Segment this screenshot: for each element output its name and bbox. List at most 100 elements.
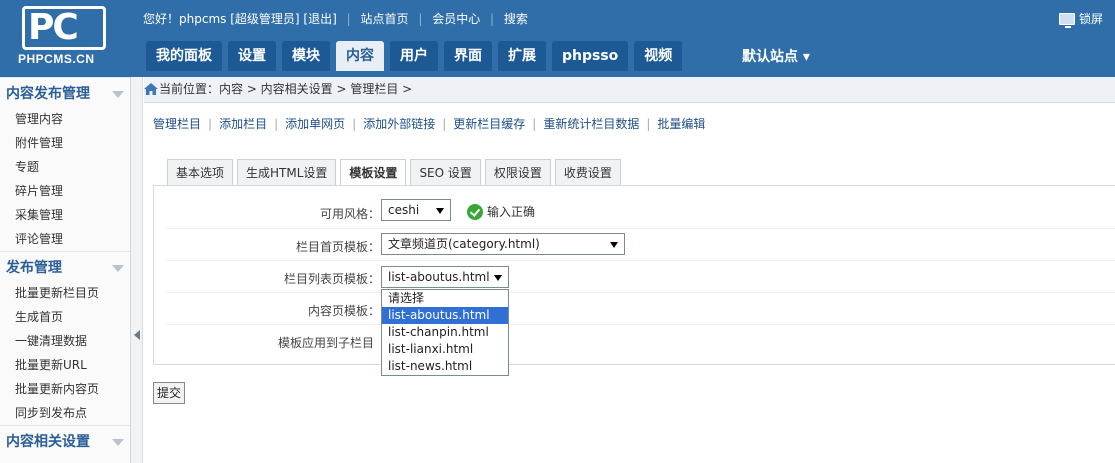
sidebar-section-title: 发布管理 bbox=[6, 260, 62, 276]
sidebar-item-clear-data[interactable]: 一键清理数据 bbox=[0, 329, 130, 353]
row-list-template: 栏目列表页模板： bbox=[166, 261, 1115, 293]
sidebar-section-title: 内容相关设置 bbox=[6, 434, 90, 450]
nav-tab-video[interactable]: 视频 bbox=[634, 41, 683, 71]
sidebar-item-batch-content[interactable]: 批量更新内容页 bbox=[0, 377, 130, 401]
dropdown-option[interactable]: list-lianxi.html bbox=[382, 341, 508, 358]
tab-template[interactable]: 模板设置 bbox=[340, 159, 407, 186]
chevron-down-icon bbox=[610, 242, 618, 248]
divider: | bbox=[646, 117, 651, 131]
breadcrumb: 当前位置：内容 > 内容相关设置 > 管理栏目 > bbox=[144, 77, 1115, 103]
row-category-template: 栏目首页模板： bbox=[166, 229, 1115, 261]
tab-permissions[interactable]: 权限设置 bbox=[484, 159, 551, 185]
sidebar-item-comments[interactable]: 评论管理 bbox=[0, 227, 130, 251]
nav-tab-settings[interactable]: 设置 bbox=[228, 41, 276, 71]
tab-charges[interactable]: 收费设置 bbox=[554, 159, 621, 185]
category-template-value: 文章频道页(category.html) bbox=[388, 237, 540, 251]
divider: | bbox=[442, 117, 447, 131]
sidebar-item-batch-category[interactable]: 批量更新栏目页 bbox=[0, 281, 130, 305]
chevron-down-icon bbox=[494, 275, 502, 281]
default-site-select[interactable]: 默认站点 ▾ bbox=[742, 46, 810, 66]
subnav-add-page[interactable]: 添加单网页 bbox=[285, 117, 345, 131]
logout-link[interactable]: [退出] bbox=[303, 12, 336, 26]
validation-ok-text: 输入正确 bbox=[487, 205, 536, 219]
divider: | bbox=[274, 117, 279, 131]
sidebar-collapse-bar[interactable] bbox=[131, 77, 143, 463]
apply-children-label: 模板应用到子栏目 bbox=[277, 336, 374, 350]
nav-tab-phpsso[interactable]: phpsso bbox=[552, 41, 629, 71]
sub-nav: 管理栏目 | 添加栏目 | 添加单网页 | 添加外部链接 | 更新栏目缓存 | 重新统计栏目数据 | 批… bbox=[153, 115, 705, 132]
subnav-batch-edit[interactable]: 批量编辑 bbox=[657, 117, 705, 131]
collapse-arrow-icon bbox=[112, 439, 124, 446]
dropdown-option[interactable]: list-chanpin.html bbox=[382, 324, 508, 341]
divider: | bbox=[346, 12, 351, 26]
home-icon bbox=[144, 83, 158, 95]
sidebar-item-topics[interactable]: 专题 bbox=[0, 155, 130, 179]
sidebar-item-batch-url[interactable]: 批量更新URL bbox=[0, 353, 130, 377]
check-icon bbox=[467, 203, 483, 220]
collapse-arrow-icon bbox=[112, 91, 124, 98]
content-template-label: 内容页模板： bbox=[307, 304, 380, 318]
collapse-arrow-icon bbox=[112, 265, 124, 272]
greeting: 您好！phpcms [超级管理员] bbox=[143, 12, 300, 26]
subnav-add-external-link[interactable]: 添加外部链接 bbox=[363, 117, 435, 131]
dropdown-option[interactable]: 请选择 bbox=[382, 290, 508, 307]
sidebar-item-collect[interactable]: 采集管理 bbox=[0, 203, 130, 227]
sidebar-item-attachments[interactable]: 附件管理 bbox=[0, 131, 130, 155]
tab-seo[interactable]: SEO 设置 bbox=[410, 159, 481, 185]
list-template-label: 栏目列表页模板： bbox=[283, 272, 380, 286]
nav-tab-users[interactable]: 用户 bbox=[390, 41, 438, 71]
lock-screen-button[interactable]: 锁屏 bbox=[1058, 10, 1103, 28]
style-select[interactable]: ceshi bbox=[381, 199, 451, 221]
tab-html[interactable]: 生成HTML设置 bbox=[237, 159, 337, 185]
header: PC PHPCMS.CN 您好！phpcms [超级管理员] [退出] | 站点… bbox=[0, 0, 1115, 77]
row-apply-children: 模板应用到子栏目 bbox=[166, 325, 1115, 357]
sidebar-item-fragments[interactable]: 碎片管理 bbox=[0, 179, 130, 203]
list-template-value: list-aboutus.html bbox=[388, 270, 490, 284]
subnav-recount-data[interactable]: 重新统计栏目数据 bbox=[543, 117, 639, 131]
phpcms-logo[interactable]: PC PHPCMS.CN bbox=[16, 6, 112, 70]
row-style: 可用风格： bbox=[166, 197, 1115, 229]
site-home-link[interactable]: 站点首页 bbox=[360, 12, 408, 26]
subnav-add-category[interactable]: 添加栏目 bbox=[219, 117, 267, 131]
category-template-label: 栏目首页模板： bbox=[295, 240, 380, 254]
top-links: 您好！phpcms [超级管理员] [退出] | 站点首页 | 会员中心 | 搜… bbox=[143, 10, 528, 27]
collapse-left-icon bbox=[134, 330, 140, 340]
search-link[interactable]: 搜索 bbox=[504, 12, 528, 26]
divider: | bbox=[208, 117, 213, 131]
form-tabs: 基本选项 生成HTML设置 模板设置 SEO 设置 权限设置 收费设置 bbox=[167, 159, 621, 186]
divider: | bbox=[532, 117, 537, 131]
sidebar-section-title: 内容发布管理 bbox=[6, 86, 90, 102]
nav-tab-modules[interactable]: 模块 bbox=[282, 41, 330, 71]
chevron-down-icon bbox=[436, 208, 444, 214]
member-center-link[interactable]: 会员中心 bbox=[432, 12, 480, 26]
list-template-select[interactable]: list-aboutus.html bbox=[381, 266, 509, 288]
logo-letters: PC bbox=[28, 7, 79, 48]
submit-button[interactable]: 提交 bbox=[153, 382, 186, 404]
nav-tab-extensions[interactable]: 扩展 bbox=[498, 41, 546, 71]
category-template-select[interactable]: 文章频道页(category.html) bbox=[381, 233, 625, 255]
dropdown-option[interactable]: list-news.html bbox=[382, 358, 508, 375]
sidebar-item-manage-content[interactable]: 管理内容 bbox=[0, 107, 130, 131]
sidebar-section-content-settings[interactable]: 内容相关设置 bbox=[0, 425, 130, 455]
validation-ok: 输入正确 bbox=[467, 203, 535, 220]
sidebar-item-sync-publish[interactable]: 同步到发布点 bbox=[0, 401, 130, 425]
divider: | bbox=[352, 117, 357, 131]
sidebar: 内容发布管理 管理内容 附件管理 专题 碎片管理 采集管理 评论管理 发布管理 … bbox=[0, 77, 131, 463]
default-site-label: 默认站点 bbox=[742, 49, 798, 65]
subnav-manage-categories[interactable]: 管理栏目 bbox=[153, 117, 201, 131]
lock-screen-label: 锁屏 bbox=[1078, 12, 1103, 26]
subnav-update-cache[interactable]: 更新栏目缓存 bbox=[453, 117, 525, 131]
style-select-value: ceshi bbox=[388, 203, 420, 217]
nav-tab-interface[interactable]: 界面 bbox=[444, 41, 492, 71]
style-label: 可用风格： bbox=[319, 207, 380, 221]
nav-tab-content[interactable]: 内容 bbox=[336, 41, 384, 71]
dropdown-option[interactable]: list-aboutus.html bbox=[382, 307, 508, 324]
nav-tab-panel[interactable]: 我的面板 bbox=[146, 41, 222, 71]
tab-basic[interactable]: 基本选项 bbox=[167, 159, 234, 185]
sidebar-section-content-publish[interactable]: 内容发布管理 bbox=[0, 77, 130, 107]
divider: | bbox=[490, 12, 495, 26]
list-template-dropdown: 请选择 list-aboutus.html list-chanpin.html … bbox=[381, 289, 509, 376]
sidebar-section-publish[interactable]: 发布管理 bbox=[0, 251, 130, 281]
divider: | bbox=[418, 12, 423, 26]
sidebar-item-generate-home[interactable]: 生成首页 bbox=[0, 305, 130, 329]
